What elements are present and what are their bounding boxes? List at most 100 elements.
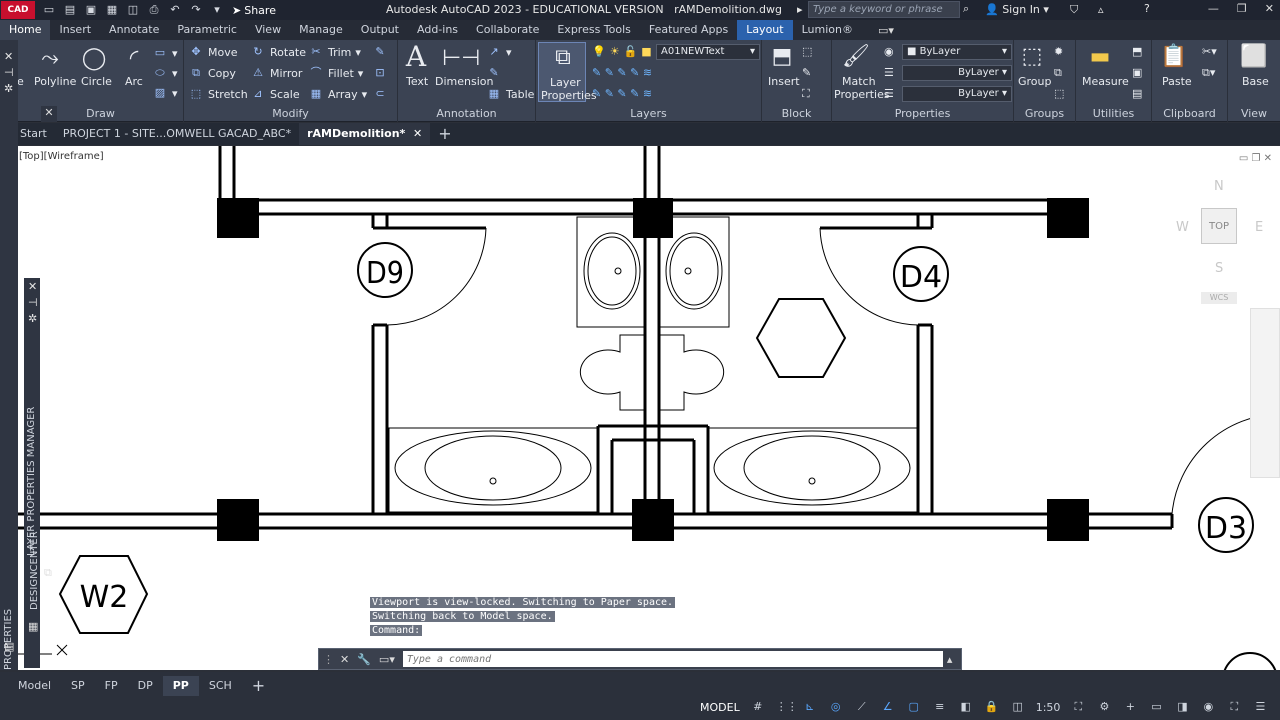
app-logo[interactable]: CAD bbox=[1, 1, 35, 19]
customize-icon[interactable]: 🔧 bbox=[357, 653, 371, 666]
calculator-icon[interactable]: ▤ bbox=[1132, 87, 1142, 100]
hexagon-tag-shape[interactable] bbox=[755, 298, 847, 378]
layers-panel-title[interactable]: Layers bbox=[536, 107, 761, 120]
trim-button[interactable]: ✂ Trim ▾ bbox=[308, 45, 361, 59]
object-snap-tracking-icon[interactable]: ∠ bbox=[880, 700, 896, 714]
open-folder-icon[interactable]: ▤ bbox=[63, 3, 77, 17]
cart-icon[interactable]: ⛉ bbox=[1070, 3, 1078, 17]
restore-icon[interactable]: ❐ bbox=[1237, 2, 1247, 15]
clean-screen-icon[interactable]: ⛶ bbox=[1226, 700, 1242, 714]
drawing-canvas[interactable]: [Top][Wireframe] D9 D4 D3 W2 ▭ ❐ ✕ N W E… bbox=[18, 146, 1280, 670]
layer-palette-settings-icon[interactable]: ✲ bbox=[28, 312, 37, 325]
layer-icon[interactable]: ⧉ bbox=[44, 566, 52, 580]
units-icon[interactable]: ▭ bbox=[1148, 700, 1164, 714]
properties-icon[interactable]: ▤ bbox=[4, 640, 14, 653]
print-icon[interactable]: ⎙ bbox=[147, 3, 161, 17]
scale-button[interactable]: ⊿ Scale bbox=[250, 87, 299, 101]
qat-dropdown-icon[interactable]: ▾ bbox=[210, 3, 224, 17]
layer-dropdown[interactable]: A01NEWText ▾ bbox=[656, 44, 760, 60]
palette-pin-icon[interactable]: ⊣ bbox=[4, 66, 14, 79]
polyline-button[interactable]: Polyline bbox=[34, 75, 76, 88]
tab-express-tools[interactable]: Express Tools bbox=[548, 20, 640, 40]
grid-icon[interactable]: # bbox=[750, 700, 766, 714]
designcenter-label[interactable]: DESIGNCENTER bbox=[29, 531, 40, 610]
create-block-icon[interactable]: ⬚ bbox=[802, 45, 812, 58]
close-side-panel-icon[interactable]: ✕ bbox=[41, 106, 57, 122]
search-input[interactable]: Type a keyword or phrase bbox=[808, 1, 960, 18]
cut-icon[interactable]: ✂▾ bbox=[1202, 45, 1217, 58]
layout-tab-sp[interactable]: SP bbox=[61, 676, 95, 696]
wcs-menu[interactable]: WCS bbox=[1201, 292, 1237, 304]
quick-select-icon[interactable]: ⬒ bbox=[1132, 45, 1142, 58]
layout-tab-dp[interactable]: DP bbox=[128, 676, 163, 696]
close-tab-icon[interactable]: ✕ bbox=[413, 127, 422, 140]
array-button[interactable]: ▦ Array ▾ bbox=[308, 87, 367, 101]
autodesk-a360-icon[interactable]: ▵ bbox=[1098, 3, 1104, 16]
layout-tab-sch[interactable]: SCH bbox=[199, 676, 242, 696]
select-all-icon[interactable]: ▣ bbox=[1132, 66, 1142, 79]
lineweight-icon[interactable]: ☰ bbox=[884, 66, 894, 79]
layer-state-icons[interactable]: 💡 ☀ 🔓 ■ bbox=[592, 45, 652, 58]
dimension-button[interactable]: Dimension bbox=[435, 75, 493, 88]
file-tab-demolition[interactable]: rAMDemolition* ✕ bbox=[299, 123, 431, 145]
leader-tool[interactable]: ↗ ▾ bbox=[486, 45, 511, 59]
door-tag-d4[interactable]: D4 bbox=[900, 260, 942, 295]
open-web-icon[interactable]: ◫ bbox=[126, 3, 140, 17]
offset-button[interactable]: ⊂ bbox=[372, 87, 388, 101]
recent-commands-icon[interactable]: ▭▾ bbox=[379, 653, 395, 666]
tab-output[interactable]: Output bbox=[352, 20, 408, 40]
markup-tool[interactable]: ✎ bbox=[486, 66, 502, 80]
lineweight-display-icon[interactable]: ≡ bbox=[932, 700, 948, 714]
tab-layout[interactable]: Layout bbox=[737, 20, 793, 40]
copy-button[interactable]: ⧉ Copy bbox=[188, 66, 236, 80]
customization-menu-icon[interactable]: ☰ bbox=[1252, 700, 1268, 714]
close-palette-icon[interactable]: ✕ bbox=[4, 50, 13, 63]
compass-south[interactable]: S bbox=[1215, 261, 1223, 276]
designcenter-icon[interactable]: ▦ bbox=[28, 620, 38, 633]
save-as-icon[interactable]: ▦ bbox=[105, 3, 119, 17]
share-button[interactable]: ➤ Share bbox=[232, 4, 276, 17]
layout-tab-model[interactable]: Model bbox=[8, 676, 61, 696]
tab-parametric[interactable]: Parametric bbox=[168, 20, 246, 40]
polar-tracking-icon[interactable]: ◎ bbox=[828, 700, 844, 714]
annotation-scale-icon[interactable]: ⛶ bbox=[1070, 700, 1086, 714]
door-tag-d9[interactable]: D9 bbox=[366, 256, 404, 291]
expand-history-icon[interactable]: ▴ bbox=[947, 653, 953, 666]
ortho-icon[interactable]: ⊾ bbox=[802, 700, 818, 714]
drag-handle-icon[interactable]: ⋮ bbox=[323, 653, 334, 666]
tab-annotate[interactable]: Annotate bbox=[100, 20, 168, 40]
linetype-dropdown[interactable]: ByLayer ▾ bbox=[902, 65, 1012, 81]
layout-tab-pp[interactable]: PP bbox=[162, 676, 199, 696]
base-button[interactable]: Base bbox=[1242, 75, 1269, 88]
new-tab-icon[interactable]: + bbox=[430, 123, 459, 145]
viewport-restore-icon[interactable]: ❐ bbox=[1251, 153, 1260, 164]
file-tab-project[interactable]: PROJECT 1 - SITE...OMWELL GACAD_ABC* bbox=[55, 123, 299, 145]
layout-tab-fp[interactable]: FP bbox=[95, 676, 128, 696]
ellipse-tool[interactable]: ⬭ ▾ bbox=[152, 66, 177, 80]
move-button[interactable]: ✥ Move bbox=[188, 45, 237, 59]
hardware-acceleration-icon[interactable]: ◉ bbox=[1200, 700, 1216, 714]
fillet-button[interactable]: ⌒ Fillet ▾ bbox=[308, 66, 364, 80]
ungroup-icon[interactable]: ✹ bbox=[1054, 45, 1063, 58]
undo-icon[interactable]: ↶ bbox=[168, 3, 182, 17]
viewport-scale-icon[interactable]: ◫ bbox=[1010, 700, 1026, 714]
close-command-icon[interactable]: ✕ bbox=[340, 653, 349, 666]
layer-tools-row-2[interactable]: ✎ ✎ ✎ ✎ ≋ bbox=[592, 87, 652, 100]
arc-button[interactable]: Arc bbox=[125, 75, 143, 88]
color-wheel-icon[interactable]: ◉ bbox=[884, 45, 894, 58]
tab-insert[interactable]: Insert bbox=[50, 20, 100, 40]
redo-icon[interactable]: ↷ bbox=[189, 3, 203, 17]
tab-lumion[interactable]: Lumion® bbox=[793, 20, 862, 40]
tab-view[interactable]: View bbox=[246, 20, 290, 40]
text-button[interactable]: Text bbox=[406, 75, 428, 88]
mirror-button[interactable]: ⚠ Mirror bbox=[250, 66, 302, 80]
erase-button[interactable]: ✎ bbox=[372, 45, 388, 59]
minimize-icon[interactable]: — bbox=[1208, 2, 1219, 15]
group-button[interactable]: Group bbox=[1018, 75, 1052, 88]
layer-properties-button[interactable]: ⧉ Layer Properties bbox=[538, 42, 597, 102]
close-icon[interactable]: ✕ bbox=[1265, 2, 1274, 15]
groups-panel-title[interactable]: Groups bbox=[1014, 107, 1075, 120]
compass-east[interactable]: E bbox=[1255, 220, 1263, 235]
rectangle-tool[interactable]: ▭ ▾ bbox=[152, 46, 178, 60]
ribbon-toggle-icon[interactable]: ▭▾ bbox=[878, 24, 894, 37]
